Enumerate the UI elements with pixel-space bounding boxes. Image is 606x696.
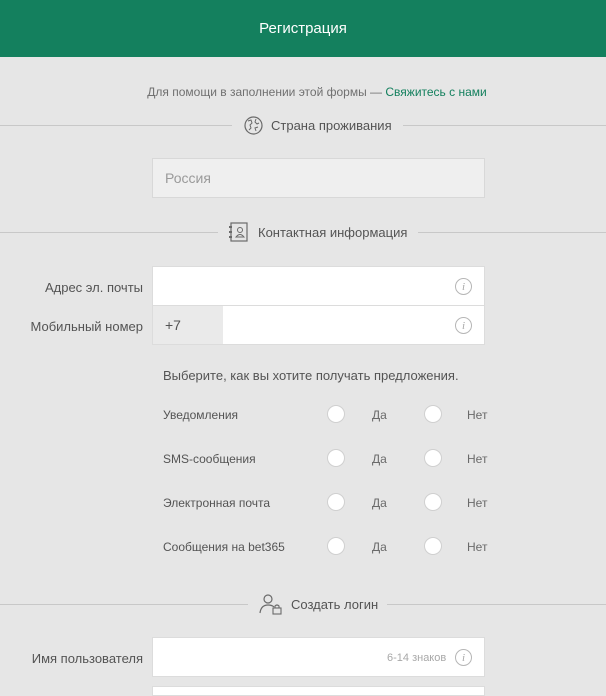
pref-label: SMS-сообщения	[163, 452, 256, 466]
help-line: Для помощи в заполнении этой формы — Свя…	[0, 85, 606, 99]
email-label: Адрес эл. почты	[44, 280, 143, 295]
section-login-title: Создать логин	[259, 592, 378, 616]
preferences-title: Выберите, как вы хотите получать предлож…	[163, 368, 459, 383]
yes-label: Да	[372, 540, 387, 554]
section-contact-divider: Контактная информация	[0, 220, 606, 244]
divider-line	[0, 232, 218, 233]
yes-label: Да	[372, 408, 387, 422]
email-field[interactable]: i	[152, 266, 485, 306]
section-contact-label: Контактная информация	[258, 224, 408, 240]
no-radio[interactable]	[424, 449, 442, 467]
yes-radio[interactable]	[327, 405, 345, 423]
yes-radio[interactable]	[327, 449, 345, 467]
divider-line	[0, 125, 232, 126]
section-country-divider: Страна проживания	[0, 113, 606, 137]
mobile-prefix: +7	[153, 306, 223, 344]
pref-label: Электронная почта	[163, 496, 271, 510]
username-hint: 6-14 знаков	[387, 652, 447, 664]
no-radio[interactable]	[424, 537, 442, 555]
mobile-label: Мобильный номер	[30, 319, 143, 334]
divider-line	[418, 232, 606, 233]
yes-radio[interactable]	[327, 537, 345, 555]
divider-line	[0, 604, 248, 605]
no-label: Нет	[467, 408, 488, 422]
pref-row: Уведомления Да Нет	[0, 405, 606, 425]
country-value: Россия	[165, 170, 211, 186]
no-label: Нет	[467, 452, 488, 466]
globe-icon	[244, 115, 263, 135]
section-country-title: Страна проживания	[244, 113, 392, 137]
yes-label: Да	[372, 452, 387, 466]
next-field[interactable]	[152, 686, 485, 696]
pref-label: Сообщения на bet365	[163, 540, 285, 554]
divider-line	[403, 125, 606, 126]
section-contact-title: Контактная информация	[228, 220, 407, 244]
pref-row: Электронная почта Да Нет	[0, 493, 606, 513]
no-label: Нет	[467, 540, 488, 554]
username-label: Имя пользователя	[31, 651, 143, 666]
help-text: Для помощи в заполнении этой формы —	[147, 85, 386, 99]
section-country-label: Страна проживания	[271, 117, 392, 133]
divider-line	[387, 604, 606, 605]
yes-label: Да	[372, 496, 387, 510]
pref-label: Уведомления	[163, 408, 239, 422]
no-label: Нет	[467, 496, 488, 510]
info-icon[interactable]: i	[455, 649, 472, 666]
section-login-label: Создать логин	[291, 596, 379, 612]
pref-row: SMS-сообщения Да Нет	[0, 449, 606, 469]
section-login-divider: Создать логин	[0, 592, 606, 616]
page-header: Регистрация	[0, 0, 606, 57]
no-radio[interactable]	[424, 405, 442, 423]
info-icon[interactable]: i	[455, 278, 472, 295]
page-title: Регистрация	[259, 20, 347, 37]
no-radio[interactable]	[424, 493, 442, 511]
info-icon[interactable]: i	[455, 317, 472, 334]
pref-row: Сообщения на bet365 Да Нет	[0, 537, 606, 557]
contact-us-link[interactable]: Свяжитесь с нами	[385, 85, 486, 99]
country-field[interactable]: Россия	[152, 158, 485, 198]
yes-radio[interactable]	[327, 493, 345, 511]
address-book-icon	[229, 222, 248, 242]
username-field[interactable]: 6-14 знаков i	[152, 637, 485, 677]
user-lock-icon	[259, 594, 282, 615]
